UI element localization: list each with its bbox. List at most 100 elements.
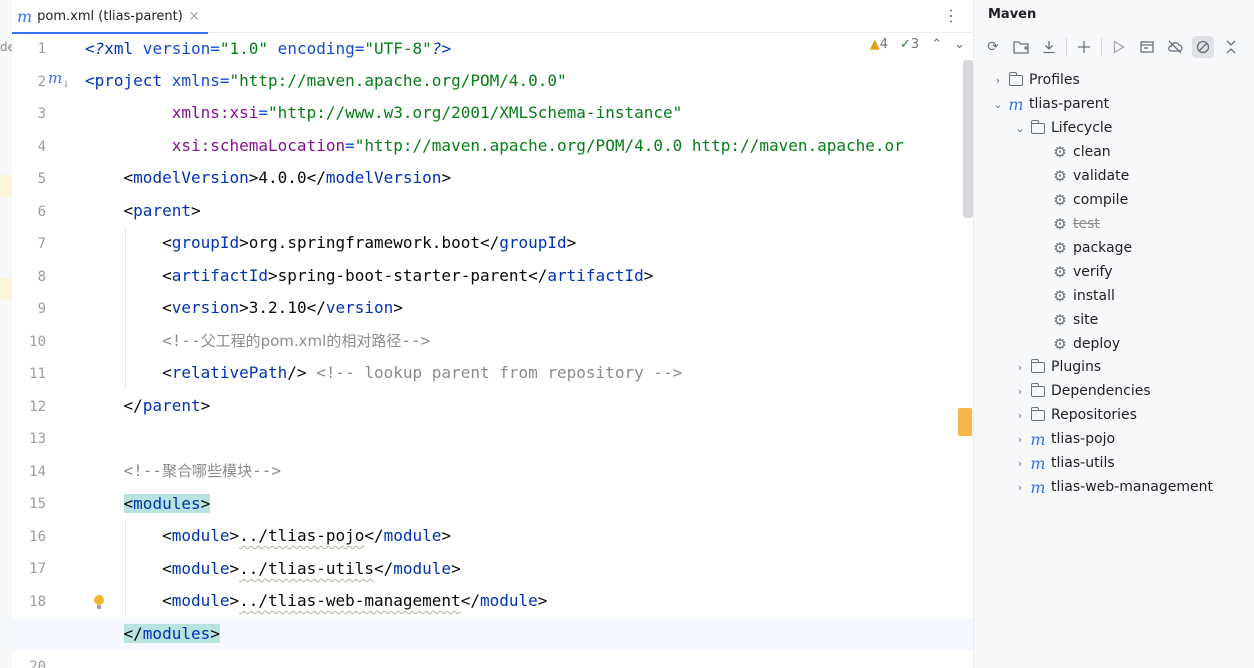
strip-highlight — [0, 278, 12, 300]
weak-warnings-count[interactable]: ✓3 — [900, 37, 919, 52]
next-problem-icon[interactable]: ⌄ — [954, 37, 965, 52]
close-icon[interactable]: × — [189, 9, 200, 24]
gear-icon: ⚙ — [1053, 239, 1067, 257]
more-options-icon[interactable]: ⋮ — [943, 6, 959, 25]
line-number[interactable]: 14 — [12, 456, 46, 488]
run-config-icon[interactable] — [1136, 36, 1158, 58]
maven-project-gutter-icon[interactable]: m↓ — [48, 69, 70, 90]
maven-toolbar: ⟳ — [982, 36, 1248, 58]
toolbar-separator — [1101, 38, 1102, 56]
dependencies-folder-icon — [1031, 382, 1045, 397]
code-line-15: <modules> — [123, 494, 211, 513]
plugins-folder-icon — [1031, 358, 1045, 373]
gear-icon: ⚙ — [1053, 143, 1067, 161]
code-line-14: <!--聚合哪些模块--> — [123, 461, 281, 480]
gear-icon: ⚙ — [1053, 311, 1067, 329]
plus-icon[interactable] — [1073, 36, 1095, 58]
lifecycle-folder-icon — [1031, 119, 1045, 134]
line-number[interactable]: 13 — [12, 423, 46, 455]
chevron-down-icon[interactable]: ⌄ — [1012, 122, 1028, 135]
line-number[interactable]: 20 — [12, 651, 46, 668]
line-number[interactable]: 18 — [12, 586, 46, 618]
code-line-4: xsi:schemaLocation="http://maven.apache.… — [171, 136, 904, 155]
previous-problem-icon[interactable]: ⌃ — [931, 37, 942, 52]
repositories-folder-icon — [1031, 406, 1045, 421]
warnings-count[interactable]: ▲4 — [870, 37, 888, 52]
line-number[interactable]: 16 — [12, 521, 46, 553]
tree-item-dependencies[interactable]: › Dependencies — [1012, 379, 1151, 403]
code-line-7: <groupId>org.springframework.boot</group… — [162, 233, 577, 252]
line-number[interactable]: 15 — [12, 488, 46, 520]
line-number[interactable]: 8 — [12, 261, 46, 293]
maven-m-icon: m — [1030, 477, 1046, 497]
lifecycle-phase-test[interactable]: ⚙ test — [1050, 212, 1100, 236]
line-number[interactable]: 11 — [12, 358, 46, 390]
gear-icon: ⚙ — [1053, 335, 1067, 353]
lifecycle-phase-compile[interactable]: ⚙ compile — [1050, 188, 1128, 212]
code-line-9: <version>3.2.10</version> — [162, 298, 403, 317]
collapse-icon[interactable] — [1220, 36, 1242, 58]
line-number[interactable]: 9 — [12, 293, 46, 325]
gear-icon: ⚙ — [1053, 215, 1067, 233]
chevron-right-icon[interactable]: › — [1012, 385, 1028, 398]
line-number[interactable]: 6 — [12, 196, 46, 228]
chevron-right-icon[interactable]: › — [1012, 433, 1028, 446]
maven-tool-window: Maven ⟳ › Profiles ⌄ m tlias-parent ⌄ Li… — [973, 0, 1254, 668]
add-project-icon[interactable] — [1010, 36, 1032, 58]
code-line-19: </modules> — [123, 624, 220, 643]
line-number[interactable]: 7 — [12, 228, 46, 260]
download-icon[interactable] — [1038, 36, 1060, 58]
lifecycle-phase-site[interactable]: ⚙ site — [1050, 308, 1098, 332]
maven-title: Maven — [988, 7, 1037, 22]
gear-icon: ⚙ — [1053, 263, 1067, 281]
chevron-right-icon[interactable]: › — [1012, 361, 1028, 374]
inspection-widget[interactable]: ▲4 ✓3 ⌃ ⌄ — [870, 37, 965, 52]
line-number[interactable]: 1 — [12, 33, 46, 65]
code-line-5: <modelVersion>4.0.0</modelVersion> — [123, 168, 452, 187]
run-icon[interactable] — [1108, 36, 1130, 58]
code-line-6: <parent> — [123, 201, 201, 220]
code-area[interactable]: <?xml version="1.0" encoding="UTF-8"?> <… — [12, 33, 973, 668]
lifecycle-phase-validate[interactable]: ⚙ validate — [1050, 164, 1129, 188]
lifecycle-phase-package[interactable]: ⚙ package — [1050, 236, 1132, 260]
lifecycle-phase-verify[interactable]: ⚙ verify — [1050, 260, 1112, 284]
chevron-right-icon[interactable]: › — [1012, 457, 1028, 470]
code-editor: m pom.xml (tlias-parent) × ⋮ m↓ 12345678… — [12, 0, 973, 668]
line-number[interactable]: 4 — [12, 131, 46, 163]
editor-tab-bar: m pom.xml (tlias-parent) × ⋮ — [12, 0, 973, 34]
gear-icon: ⚙ — [1053, 191, 1067, 209]
offline-icon[interactable] — [1164, 36, 1186, 58]
tree-item-module-pojo[interactable]: › m tlias-pojo — [1012, 427, 1115, 451]
warning-stripe-mark[interactable] — [958, 408, 972, 436]
chevron-right-icon[interactable]: › — [1012, 409, 1028, 422]
maven-m-icon: m — [17, 7, 33, 26]
gear-icon: ⚙ — [1053, 287, 1067, 305]
code-line-1: <?xml version="1.0" encoding="UTF-8"?> — [85, 39, 452, 58]
tree-item-repositories[interactable]: › Repositories — [1012, 403, 1137, 427]
left-tool-strip: de — [0, 0, 15, 668]
tree-item-module-utils[interactable]: › m tlias-utils — [1012, 451, 1115, 475]
tree-item-lifecycle[interactable]: ⌄ Lifecycle — [1012, 116, 1112, 140]
check-icon: ✓ — [900, 37, 911, 52]
tree-item-project-root[interactable]: ⌄ m tlias-parent — [990, 92, 1109, 116]
tree-item-plugins[interactable]: › Plugins — [1012, 355, 1101, 379]
line-number[interactable]: 12 — [12, 391, 46, 423]
line-number[interactable]: 2 — [12, 66, 46, 98]
chevron-right-icon[interactable]: › — [990, 74, 1006, 87]
tab-pom-xml[interactable]: m pom.xml (tlias-parent) × — [12, 0, 208, 34]
lifecycle-phase-clean[interactable]: ⚙ clean — [1050, 140, 1110, 164]
chevron-right-icon[interactable]: › — [1012, 481, 1028, 494]
reload-icon[interactable]: ⟳ — [982, 36, 1004, 58]
tree-item-profiles[interactable]: › Profiles — [990, 68, 1080, 92]
line-number[interactable]: 5 — [12, 163, 46, 195]
line-number[interactable]: 3 — [12, 98, 46, 130]
lifecycle-phase-deploy[interactable]: ⚙ deploy — [1050, 332, 1120, 356]
chevron-down-icon[interactable]: ⌄ — [990, 98, 1006, 111]
line-number[interactable]: 10 — [12, 326, 46, 358]
tree-item-module-web-management[interactable]: › m tlias-web-management — [1012, 475, 1213, 499]
skip-tests-icon[interactable] — [1192, 36, 1214, 58]
lifecycle-phase-install[interactable]: ⚙ install — [1050, 284, 1115, 308]
line-number[interactable]: 17 — [12, 553, 46, 585]
maven-m-icon: m — [1030, 429, 1046, 449]
vertical-scrollbar[interactable] — [963, 60, 973, 218]
